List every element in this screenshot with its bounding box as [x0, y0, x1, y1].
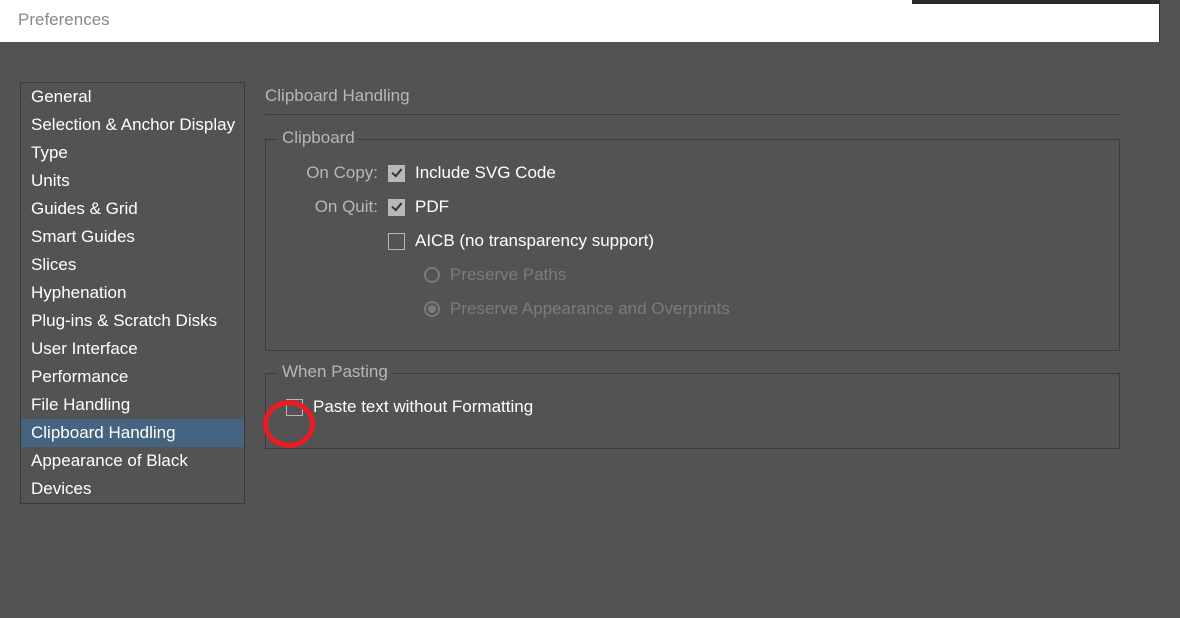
preferences-window: Preferences General Selection & Anchor D… — [0, 0, 1160, 618]
sidebar-item-performance[interactable]: Performance — [21, 363, 244, 391]
paste-text-checkbox[interactable] — [286, 399, 303, 416]
sidebar-item-appearance-black[interactable]: Appearance of Black — [21, 447, 244, 475]
sidebar-item-user-interface[interactable]: User Interface — [21, 335, 244, 363]
on-quit-row: On Quit: PDF — [286, 190, 1099, 224]
sidebar-item-plugins-scratch[interactable]: Plug-ins & Scratch Disks — [21, 307, 244, 335]
aicb-checkbox[interactable] — [388, 233, 405, 250]
preserve-paths-label: Preserve Paths — [450, 265, 566, 285]
preserve-appearance-row: Preserve Appearance and Overprints — [286, 292, 1099, 326]
when-pasting-legend: When Pasting — [278, 362, 392, 382]
include-svg-label: Include SVG Code — [415, 163, 556, 183]
pdf-checkbox[interactable] — [388, 199, 405, 216]
include-svg-checkbox[interactable] — [388, 165, 405, 182]
aicb-label: AICB (no transparency support) — [415, 231, 654, 251]
window-title: Preferences — [0, 0, 1160, 42]
on-copy-label: On Copy: — [286, 163, 388, 183]
pdf-label: PDF — [415, 197, 449, 217]
sidebar-item-slices[interactable]: Slices — [21, 251, 244, 279]
sidebar-item-units[interactable]: Units — [21, 167, 244, 195]
sidebar-item-clipboard-handling[interactable]: Clipboard Handling — [21, 419, 244, 447]
decoration — [912, 0, 1160, 4]
clipboard-legend: Clipboard — [278, 128, 359, 148]
panel-main: Clipboard Handling Clipboard On Copy: In… — [245, 82, 1140, 504]
preserve-appearance-radio[interactable] — [424, 301, 440, 317]
panel-title: Clipboard Handling — [265, 82, 1120, 115]
preferences-sidebar: General Selection & Anchor Display Type … — [20, 82, 245, 504]
on-quit-label: On Quit: — [286, 197, 388, 217]
when-pasting-group: When Pasting Paste text without Formatti… — [265, 373, 1120, 449]
sidebar-item-smart-guides[interactable]: Smart Guides — [21, 223, 244, 251]
preserve-paths-radio[interactable] — [424, 267, 440, 283]
on-copy-row: On Copy: Include SVG Code — [286, 156, 1099, 190]
paste-text-label: Paste text without Formatting — [313, 397, 533, 417]
sidebar-item-general[interactable]: General — [21, 83, 244, 111]
sidebar-item-type[interactable]: Type — [21, 139, 244, 167]
sidebar-item-hyphenation[interactable]: Hyphenation — [21, 279, 244, 307]
checkmark-icon — [391, 166, 402, 178]
checkmark-icon — [391, 200, 402, 212]
preserve-appearance-label: Preserve Appearance and Overprints — [450, 299, 730, 319]
clipboard-group: Clipboard On Copy: Include SVG Code On Q… — [265, 139, 1120, 351]
aicb-row: AICB (no transparency support) — [286, 224, 1099, 258]
sidebar-item-file-handling[interactable]: File Handling — [21, 391, 244, 419]
sidebar-item-selection-anchor[interactable]: Selection & Anchor Display — [21, 111, 244, 139]
sidebar-item-guides-grid[interactable]: Guides & Grid — [21, 195, 244, 223]
paste-text-row: Paste text without Formatting — [286, 390, 1099, 424]
preserve-paths-row: Preserve Paths — [286, 258, 1099, 292]
sidebar-item-devices[interactable]: Devices — [21, 475, 244, 503]
content-area: General Selection & Anchor Display Type … — [0, 42, 1160, 524]
